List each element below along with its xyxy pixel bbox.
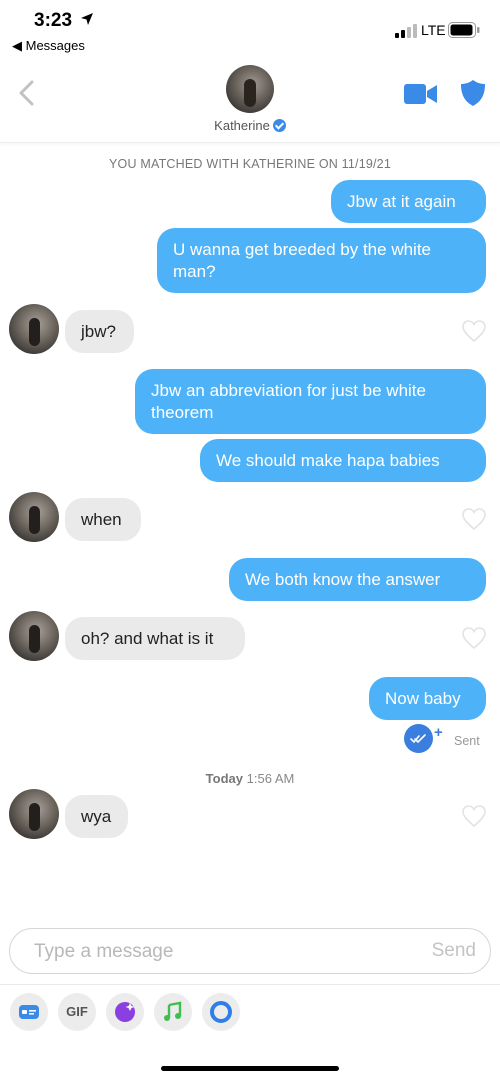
- send-button[interactable]: Send: [432, 940, 476, 962]
- card-button[interactable]: [10, 993, 48, 1031]
- message-bubble-outgoing[interactable]: We should make hapa babies: [200, 439, 486, 482]
- message-input[interactable]: [32, 938, 406, 966]
- battery-icon: [448, 22, 480, 38]
- sender-avatar[interactable]: [9, 304, 59, 354]
- ring-icon: [210, 1001, 232, 1023]
- sender-avatar[interactable]: [9, 611, 59, 661]
- message-bubble-incoming[interactable]: when: [65, 498, 141, 541]
- message-bubble-outgoing[interactable]: Jbw at it again: [331, 180, 486, 223]
- status-bar: 3:23 ◀ Messages LTE: [0, 0, 500, 60]
- network-label: LTE: [421, 22, 446, 38]
- music-button[interactable]: [154, 993, 192, 1031]
- toolbar-divider: [0, 984, 500, 985]
- message-bubble-incoming[interactable]: wya: [65, 795, 128, 838]
- timestamp-day: Today: [205, 771, 243, 786]
- double-check-icon: [410, 734, 426, 744]
- card-icon: [19, 1005, 39, 1019]
- gif-button[interactable]: GIF: [58, 993, 96, 1031]
- ring-button[interactable]: [202, 993, 240, 1031]
- profile-avatar[interactable]: [226, 65, 274, 113]
- music-note-icon: [164, 1001, 182, 1021]
- home-indicator[interactable]: [161, 1066, 339, 1071]
- read-receipt-badge[interactable]: [404, 724, 433, 753]
- gif-label: GIF: [66, 1004, 88, 1019]
- video-camera-icon[interactable]: [404, 84, 437, 104]
- message-bubble-outgoing[interactable]: Jbw an abbreviation for just be white th…: [135, 369, 486, 434]
- message-bubble-outgoing[interactable]: Now baby: [369, 677, 486, 720]
- back-chevron-icon[interactable]: [14, 78, 40, 108]
- shield-icon[interactable]: [461, 80, 485, 106]
- message-timestamp: Today 1:56 AM: [0, 771, 500, 786]
- sent-status: Sent: [454, 734, 480, 748]
- location-arrow-icon: [81, 13, 93, 25]
- clock-time: 3:23: [34, 10, 73, 31]
- back-to-messages-link[interactable]: ◀ Messages: [12, 38, 85, 54]
- profile-name: Katherine: [214, 118, 270, 133]
- message-bubble-incoming[interactable]: jbw?: [65, 310, 134, 353]
- message-bubble-outgoing[interactable]: We both know the answer: [229, 558, 486, 601]
- sender-avatar[interactable]: [9, 789, 59, 839]
- message-bubble-incoming[interactable]: oh? and what is it: [65, 617, 245, 660]
- heart-icon[interactable]: [461, 507, 487, 531]
- signal-icon: [395, 24, 417, 38]
- verified-badge-icon: [272, 119, 286, 132]
- receipt-plus[interactable]: +: [434, 724, 443, 741]
- message-composer: Send: [9, 928, 491, 974]
- sender-avatar[interactable]: [9, 492, 59, 542]
- heart-icon[interactable]: [461, 319, 487, 343]
- message-bubble-outgoing[interactable]: U wanna get breeded by the white man?: [157, 228, 486, 293]
- profile-name-row[interactable]: Katherine: [0, 118, 500, 133]
- sticker-icon: [115, 1002, 135, 1022]
- sticker-button[interactable]: [106, 993, 144, 1031]
- heart-icon[interactable]: [461, 626, 487, 650]
- timestamp-time: 1:56 AM: [246, 771, 295, 786]
- heart-icon[interactable]: [461, 804, 487, 828]
- chat-header: Katherine: [0, 60, 500, 143]
- match-banner: YOU MATCHED WITH KATHERINE ON 11/19/21: [109, 157, 391, 171]
